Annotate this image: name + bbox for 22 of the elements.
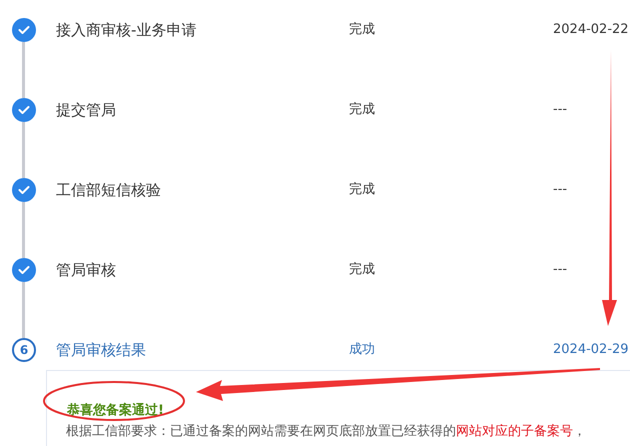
step-date: --- — [553, 101, 568, 119]
step-title: 管局审核 — [55, 260, 116, 281]
step-status: 完成 — [349, 261, 375, 279]
check-icon — [18, 265, 30, 275]
step-date: 2024-02-29 — [553, 341, 629, 359]
step-date: --- — [553, 261, 568, 279]
step-status: 成功 — [349, 341, 375, 359]
step-status: 完成 — [349, 21, 375, 39]
step-title: 工信部短信核验 — [55, 180, 161, 201]
check-icon — [18, 185, 30, 195]
notice-text: 根据工信部要求：已通过备案的网站需要在网页底部放置已经获得的网站对应的子备案号， — [66, 423, 587, 441]
step-status: 完成 — [349, 181, 375, 199]
step-date: 2024-02-22 — [553, 21, 629, 39]
step-status: 完成 — [349, 101, 375, 119]
notice-title: 恭喜您备案通过! — [67, 402, 164, 420]
check-icon — [18, 25, 30, 35]
check-icon — [18, 105, 30, 115]
step-title: 提交管局 — [55, 100, 116, 121]
step-date: --- — [553, 181, 568, 199]
step-title: 管局审核结果 — [55, 340, 146, 361]
step-number: 6 — [12, 338, 36, 362]
step-title: 接入商审核-业务申请 — [55, 20, 196, 41]
